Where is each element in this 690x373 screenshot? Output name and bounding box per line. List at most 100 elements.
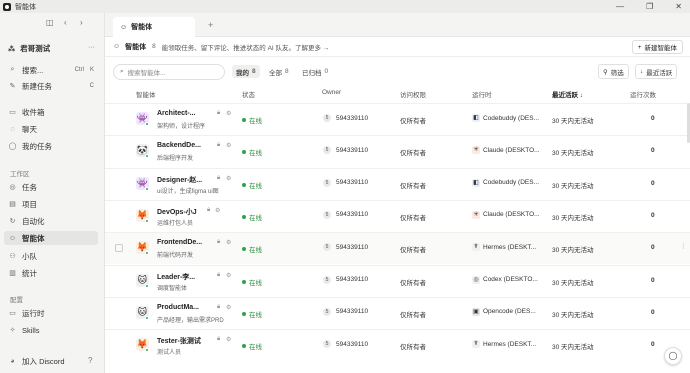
- search-input[interactable]: ⌕ 搜索智能体...: [113, 64, 225, 80]
- status-dot: [242, 150, 246, 155]
- agent-description: 运维打包人员: [157, 220, 194, 227]
- agent-name[interactable]: ProductMa...: [157, 304, 199, 311]
- sidebar-item-label: 新建任务: [22, 81, 52, 91]
- agent-description: 前端代码开发: [157, 253, 194, 260]
- page-header: ☺ 智能体 8 能领取任务、留下评论、推进状态的 AI 队友。了解更多 → + …: [105, 37, 690, 57]
- run-count: 0: [651, 308, 655, 316]
- col-access[interactable]: 访问权限: [400, 89, 426, 99]
- agent-description: 调度智能体: [157, 285, 188, 292]
- plus-icon: +: [637, 43, 642, 51]
- sidebar-item-my-tasks[interactable]: ◯ 我的任务: [8, 139, 98, 153]
- table-row[interactable]: 🦊 DevOps-小J 🔒︎ ⚙ 运维打包人员 在线 5 594339110 仅所有者 ✳ Clau…: [105, 199, 690, 232]
- table-row[interactable]: 🦊 Tester-张测试 🔒︎ ⚙ 测试人员 在线 5 594339110 仅所有者 ☤ Herme…: [105, 329, 690, 361]
- sidebar-item-tasks[interactable]: ◎ 任务: [8, 180, 98, 194]
- agent-name[interactable]: Tester-张测试: [157, 336, 201, 346]
- sidebar-item-chat[interactable]: ◌ 聊天: [8, 122, 98, 136]
- forward-icon[interactable]: ›: [80, 18, 83, 27]
- sidebar-item-runtime[interactable]: ▭ 运行时: [8, 306, 98, 320]
- sidebar-discord-link[interactable]: ◕ 加入 Discord: [8, 354, 98, 368]
- col-agent[interactable]: 智能体: [136, 89, 156, 99]
- access-label: 仅所有者: [400, 118, 426, 125]
- col-runs[interactable]: 运行次数: [630, 89, 656, 99]
- new-agent-button[interactable]: + 新建智能体: [631, 40, 683, 54]
- runtime-logo-icon: ☤: [472, 340, 480, 349]
- table-row[interactable]: 👾 Designer-赵... 🔒︎ ⚙ ui设计，生成figma ui图 在线 5 5943…: [105, 167, 690, 200]
- bot-icon: ☺: [113, 43, 121, 50]
- row-checkbox[interactable]: [115, 244, 123, 253]
- agent-name[interactable]: Leader-李...: [157, 272, 195, 282]
- runtime-logo-icon: ◧: [472, 178, 480, 187]
- agent-avatar-glyph: 🐱: [137, 274, 148, 285]
- filter-tab-mine[interactable]: 我的 8: [232, 65, 260, 78]
- maximize-button[interactable]: ❐: [646, 2, 653, 11]
- agent-avatar: 🐱: [136, 305, 149, 320]
- settings-icon[interactable]: ⚙: [226, 272, 231, 279]
- runtime-logo-icon: ▣: [472, 307, 480, 316]
- settings-icon[interactable]: ⚙: [226, 336, 231, 343]
- minimize-button[interactable]: —: [616, 2, 624, 11]
- sidebar-item-skills[interactable]: ✧ Skills: [8, 323, 98, 337]
- agent-description: 架构师，设计程序: [157, 124, 206, 130]
- settings-icon[interactable]: ⚙: [226, 142, 231, 149]
- chat-fab-button[interactable]: ◯: [664, 347, 682, 365]
- col-runtime[interactable]: 运行时: [472, 89, 492, 99]
- table-row[interactable]: 🐱 Leader-李... 🔒︎ ⚙ 调度智能体 在线 5 594339110 仅所有者 ◎ Cod…: [105, 264, 690, 297]
- settings-icon[interactable]: ⚙: [226, 304, 231, 311]
- last-active: 30 天内无活动: [552, 247, 594, 255]
- sidebar-item-inbox[interactable]: ▭ 收件箱: [8, 105, 98, 119]
- page-description[interactable]: 能领取任务、留下评论、推进状态的 AI 队友。了解更多 →: [162, 42, 330, 52]
- agent-avatar: 👾: [136, 176, 149, 191]
- online-dot: [145, 122, 149, 126]
- tab-agents[interactable]: ☺ 智能体: [113, 17, 195, 37]
- sidebar-item-label: 运行时: [22, 308, 45, 318]
- title-bar: 智能体 — ❐ ✕: [0, 0, 690, 13]
- settings-icon[interactable]: ⚙: [226, 110, 231, 117]
- agent-name[interactable]: FrontendDe...: [157, 239, 202, 246]
- table-row[interactable]: 🦊 FrontendDe... 🔒︎ ⚙ 前端代码开发 在线 5 594339110 仅所有者 ☤…: [105, 232, 690, 265]
- sidebar-item-new-task[interactable]: ✎ 新建任务 C: [8, 79, 98, 93]
- agent-name[interactable]: Designer-赵...: [157, 175, 202, 185]
- filter-button[interactable]: ⚲ 筛选: [598, 64, 629, 79]
- filter-tab-archived[interactable]: 已归档 0: [298, 65, 332, 78]
- agent-name[interactable]: Architect-...: [157, 110, 196, 117]
- sidebar-item-search[interactable]: ⌕ 搜索... Ctrl K: [8, 63, 98, 77]
- status-label: 在线: [249, 247, 262, 255]
- filter-tab-all[interactable]: 全部 8: [265, 65, 293, 78]
- back-icon[interactable]: ‹: [64, 18, 67, 27]
- status-badge: 在线: [242, 244, 262, 254]
- agent-description: 测试人员: [157, 350, 182, 357]
- sidebar-item-automation[interactable]: ↻ 自动化: [8, 214, 98, 228]
- col-owner[interactable]: Owner: [322, 89, 341, 96]
- sidebar-item-label: 收件箱: [22, 107, 45, 117]
- workspace-name: 君哥测试: [20, 44, 51, 53]
- settings-icon[interactable]: ⚙: [226, 175, 231, 182]
- sidebar-item-agents[interactable]: ☺ 智能体: [4, 231, 98, 245]
- sort-button[interactable]: ↓ 最近活跃: [635, 64, 678, 79]
- help-icon[interactable]: ?: [88, 356, 92, 365]
- row-more-icon[interactable]: ⋮: [680, 242, 687, 250]
- sidebar-item-squad[interactable]: ⚇ 小队: [8, 249, 98, 263]
- agent-name[interactable]: DevOps-小J: [157, 207, 197, 217]
- table-row[interactable]: 🐱 ProductMa... 🔒︎ ⚙ 产品经理，输出需求PRD 在线 5 594339110…: [105, 296, 690, 329]
- agent-name[interactable]: BackendDe...: [157, 142, 201, 149]
- col-last-active[interactable]: 最近活跃 ↓: [552, 89, 583, 99]
- settings-icon[interactable]: ⚙: [215, 207, 220, 214]
- close-window-button[interactable]: ✕: [675, 2, 682, 11]
- workspace-switcher[interactable]: ⁂ 君哥测试: [8, 43, 50, 54]
- runtime-label: Claude (DESKTO...: [483, 146, 540, 154]
- sidebar-item-stats[interactable]: ▥ 统计: [8, 266, 98, 280]
- table-row[interactable]: 👾 Architect-... 🔒︎ ⚙ 架构师，设计程序 在线 5 594339110 仅所有…: [105, 103, 690, 135]
- sort-button-label: 最近活跃: [646, 69, 673, 77]
- skills-icon: ✧: [9, 327, 16, 334]
- sidebar-item-projects[interactable]: ▤ 项目: [8, 197, 98, 211]
- lock-icon: 🔒︎: [217, 336, 221, 343]
- owner-avatar: 5: [323, 275, 331, 284]
- workspace-menu-icon[interactable]: ···: [88, 44, 95, 51]
- add-tab-icon[interactable]: +: [208, 20, 213, 30]
- settings-icon[interactable]: ⚙: [226, 239, 231, 246]
- sidebar-toggle-icon[interactable]: ◫: [46, 18, 54, 27]
- run-count: 0: [651, 244, 655, 252]
- agent-description: 产品经理，输出需求PRD: [157, 317, 224, 324]
- col-status[interactable]: 状态: [242, 89, 255, 99]
- table-row[interactable]: 🐼 BackendDe... 🔒︎ ⚙ 后端程序开发 在线 5 594339110 仅所有者 ✳ C…: [105, 135, 690, 167]
